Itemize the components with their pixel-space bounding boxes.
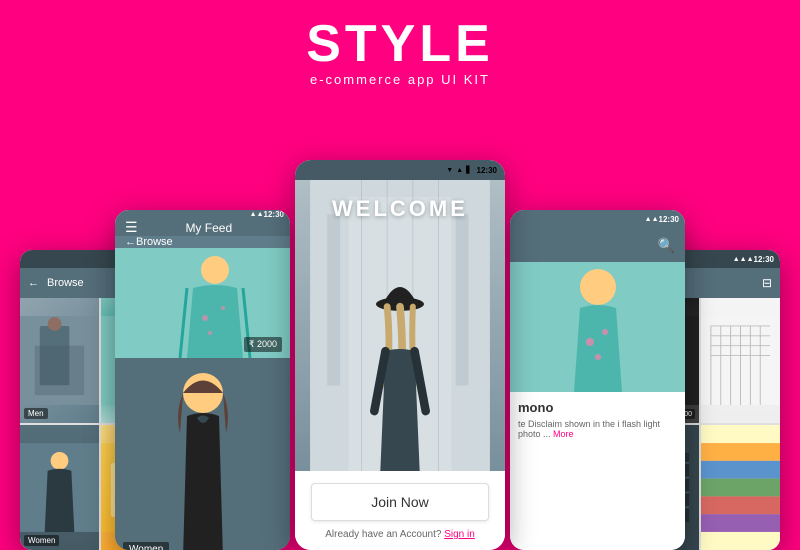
- myfeed-bottom-image: Women: [115, 358, 290, 550]
- myfeed-signal-icon: ▲▲: [250, 211, 264, 218]
- women-label: Women: [24, 535, 59, 546]
- hamburger-icon[interactable]: ☰: [125, 219, 138, 236]
- myfeed-status-bar: ▲▲ 12:30: [115, 210, 290, 219]
- phone-right1: ▲▲ 12:30 🔍 mono: [510, 210, 685, 550]
- more-link[interactable]: More: [553, 429, 574, 439]
- right1-screen: ▲▲ 12:30 🔍 mono: [510, 210, 685, 550]
- brand-name: mono: [518, 400, 677, 415]
- center-time: 12:30: [477, 166, 497, 175]
- phones-container: ▲▲▲ 12:30 ← Browse Men: [0, 140, 800, 550]
- browse-cell-men-img[interactable]: Men: [20, 298, 99, 423]
- back-arrow-icon[interactable]: ←: [28, 277, 39, 289]
- app-title: STYLE: [0, 18, 800, 70]
- phone-left1: ▲▲ 12:30 ☰ My Feed ← Browse: [115, 210, 290, 550]
- welcome-bottom: Join Now Already have an Account? Sign i…: [295, 471, 505, 550]
- myfeed-price-badge: ₹ 2000: [244, 337, 282, 352]
- myfeed-app-bar: ☰ My Feed: [115, 219, 290, 236]
- right1-content: mono te Disclaim shown in the i flash li…: [510, 262, 685, 550]
- filter-icon[interactable]: ⊟: [762, 276, 772, 290]
- right1-app-bar: 🔍: [510, 228, 685, 262]
- right2-signal: ▲▲▲: [733, 256, 754, 263]
- search-icon[interactable]: 🔍: [658, 237, 675, 254]
- welcome-screen: ▼ ▲ ▋ 12:30: [295, 160, 505, 550]
- right1-status-bar: ▲▲ 12:30: [510, 210, 685, 228]
- browse-cell-women[interactable]: Women: [20, 425, 99, 550]
- right2-cell-fabric[interactable]: [701, 298, 780, 423]
- account-text: Already have an Account? Sign in: [311, 529, 489, 540]
- join-now-button[interactable]: Join Now: [311, 483, 489, 521]
- myfeed-title: My Feed: [138, 221, 280, 235]
- myfeed-screen: ▲▲ 12:30 ☰ My Feed ← Browse: [115, 210, 290, 550]
- right2-cell-pattern[interactable]: [701, 425, 780, 550]
- myfeed-top-image: ₹ 2000: [115, 248, 290, 358]
- men-label: Men: [24, 408, 48, 419]
- product-description: te Disclaim shown in the i flash light p…: [518, 419, 677, 439]
- browse-title: Browse: [47, 277, 84, 289]
- browse-sub-label: Browse: [136, 236, 173, 248]
- myfeed-women-label: Women: [123, 542, 169, 550]
- welcome-hero: WELCOME: [295, 180, 505, 471]
- myfeed-time: 12:30: [264, 210, 284, 219]
- signal-icon: ▲: [456, 167, 463, 174]
- back-icon[interactable]: ←: [125, 236, 136, 248]
- welcome-status-bar: ▼ ▲ ▋ 12:30: [295, 160, 505, 180]
- welcome-title-text: WELCOME: [295, 196, 505, 222]
- sign-in-link[interactable]: Sign in: [444, 529, 475, 540]
- header: STYLE e-commerce app UI KIT: [0, 0, 800, 97]
- right2-time: 12:30: [754, 255, 774, 264]
- battery-icon: ▋: [466, 166, 471, 174]
- right1-signal: ▲▲: [645, 216, 659, 223]
- right1-time: 12:30: [659, 215, 679, 224]
- wifi-icon: ▼: [446, 167, 453, 174]
- myfeed-sub-bar[interactable]: ← Browse: [115, 236, 290, 248]
- right1-top-image: [510, 262, 685, 392]
- app-subtitle: e-commerce app UI KIT: [0, 72, 800, 87]
- right1-text-area: mono te Disclaim shown in the i flash li…: [510, 392, 685, 447]
- myfeed-content: ₹ 2000 Women: [115, 248, 290, 550]
- phone-center: ▼ ▲ ▋ 12:30: [295, 160, 505, 550]
